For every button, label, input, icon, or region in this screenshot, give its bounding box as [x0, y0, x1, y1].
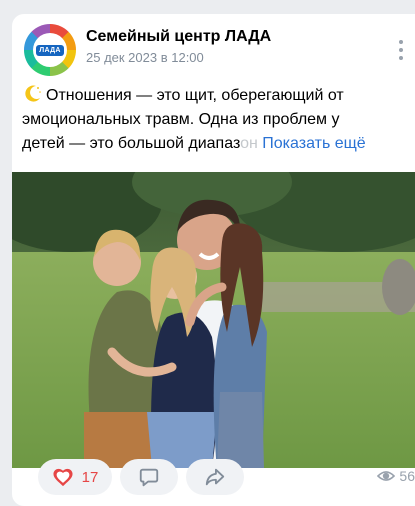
like-count: 17 — [81, 468, 99, 486]
post-card: ЛАДА Семейный центр ЛАДА 25 дек 2023 в 1… — [12, 14, 415, 506]
comment-button[interactable] — [120, 459, 178, 495]
avatar-inner: ЛАДА — [33, 33, 67, 67]
heart-icon — [53, 468, 73, 487]
avatar-logo-text: ЛАДА — [36, 44, 64, 56]
post-text: Отношения — это щит, оберегающий от эмоц… — [22, 84, 412, 156]
views-counter: 56 — [377, 468, 415, 484]
eye-icon — [377, 471, 396, 481]
post-actions: 17 56 — [24, 459, 415, 499]
share-icon — [205, 468, 225, 486]
post-header: ЛАДА Семейный центр ЛАДА 25 дек 2023 в 1… — [24, 24, 415, 78]
more-dot — [399, 48, 403, 52]
community-avatar[interactable]: ЛАДА — [24, 24, 76, 76]
views-count: 56 — [399, 468, 415, 484]
community-name[interactable]: Семейный центр ЛАДА — [86, 28, 271, 46]
more-dot — [399, 56, 403, 60]
post-text-line: Отношения — это щит, оберегающий от — [22, 84, 412, 108]
like-button[interactable]: 17 — [38, 459, 112, 495]
more-dot — [399, 40, 403, 44]
post-photo[interactable] — [12, 172, 415, 468]
comment-icon — [139, 468, 159, 487]
post-text-line1: Отношения — это щит, оберегающий от — [46, 87, 344, 104]
post-text-line3: детей — это большой диапазон Показать ещ… — [22, 132, 412, 156]
show-more-link[interactable]: Показать ещё — [262, 135, 365, 152]
post-text-line3-start: детей — это большой диапаз — [22, 135, 241, 152]
share-button[interactable] — [186, 459, 244, 495]
photo-illustration — [12, 172, 415, 468]
post-text-line2: эмоциональных травм. Одна из проблем у — [22, 111, 340, 128]
post-date[interactable]: 25 дек 2023 в 12:00 — [86, 50, 204, 65]
post-text-fade: он — [240, 135, 258, 152]
crescent-moon-icon — [25, 85, 41, 102]
more-options-icon[interactable] — [393, 36, 409, 64]
